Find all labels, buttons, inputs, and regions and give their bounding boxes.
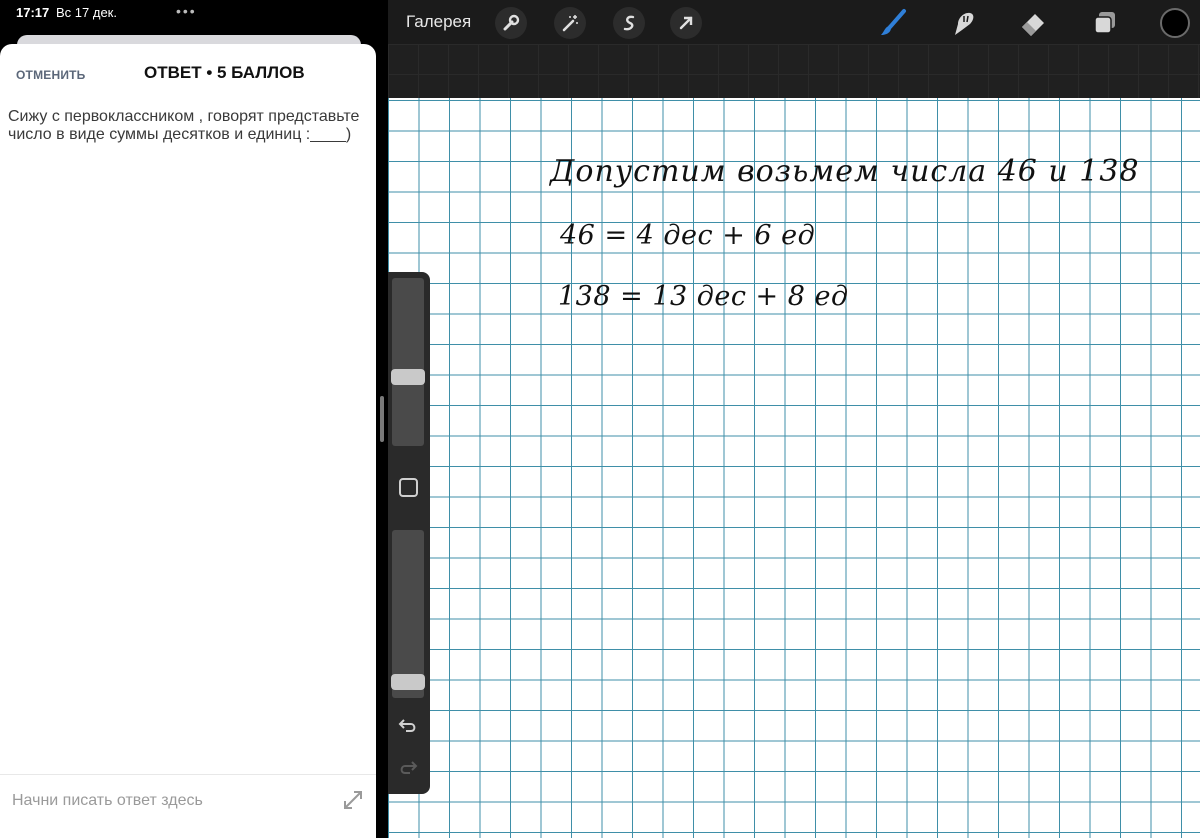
color-picker-swatch[interactable]	[1160, 8, 1190, 38]
status-bar: 17:17 Вс 17 дек. •••	[0, 0, 378, 24]
modify-button[interactable]	[399, 478, 418, 497]
expand-arrows-icon[interactable]	[342, 789, 364, 811]
actions-button[interactable]	[495, 7, 527, 39]
status-date: Вс 17 дек.	[56, 5, 117, 20]
handwriting-line-1: Допустим возьмем числа 46 и 138	[550, 154, 1140, 189]
sheet-title: ОТВЕТ • 5 БАЛЛОВ	[144, 63, 305, 82]
undo-icon[interactable]	[397, 714, 419, 736]
redo-icon[interactable]	[397, 756, 419, 778]
procreate-toolbar: Галерея	[388, 0, 1200, 44]
answer-sheet: ОТМЕНИТЬ ОТВЕТ • 5 БАЛЛОВ Сижу с первокл…	[0, 44, 376, 838]
answer-bar	[0, 774, 376, 838]
answer-input[interactable]	[12, 789, 332, 813]
split-view-divider-handle[interactable]	[380, 396, 384, 442]
brush-opacity-slider[interactable]	[391, 530, 425, 698]
magic-wand-icon	[562, 15, 578, 32]
handwriting-line-3: 138 = 13 дес + 8 ед	[558, 281, 849, 312]
smudge-icon[interactable]	[948, 8, 978, 38]
drawing-canvas[interactable]: Допустим возьмем числа 46 и 138 46 = 4 д…	[388, 98, 1200, 838]
handwriting-line-2: 46 = 4 дес + 6 ед	[560, 220, 816, 251]
sidebar-panel	[388, 272, 430, 794]
brush-icon[interactable]	[878, 8, 908, 38]
toolbar-underlay	[388, 44, 1200, 98]
status-time: 17:17	[16, 5, 50, 20]
adjustments-button[interactable]	[554, 7, 586, 39]
gallery-button[interactable]: Галерея	[406, 12, 471, 32]
brush-size-thumb[interactable]	[391, 369, 425, 385]
transform-button[interactable]	[670, 7, 702, 39]
wrench-icon	[503, 14, 520, 31]
selection-icon	[623, 15, 635, 31]
selection-button[interactable]	[613, 7, 645, 39]
brush-opacity-thumb[interactable]	[391, 674, 425, 690]
multitasking-dots[interactable]: •••	[176, 3, 197, 19]
cancel-button[interactable]: ОТМЕНИТЬ	[16, 68, 86, 82]
eraser-icon[interactable]	[1018, 8, 1048, 38]
brush-size-slider[interactable]	[391, 278, 425, 446]
question-text: Сижу с первоклассником , говорят предста…	[8, 108, 360, 143]
move-arrow-icon	[679, 16, 693, 30]
layers-icon[interactable]	[1090, 8, 1120, 38]
